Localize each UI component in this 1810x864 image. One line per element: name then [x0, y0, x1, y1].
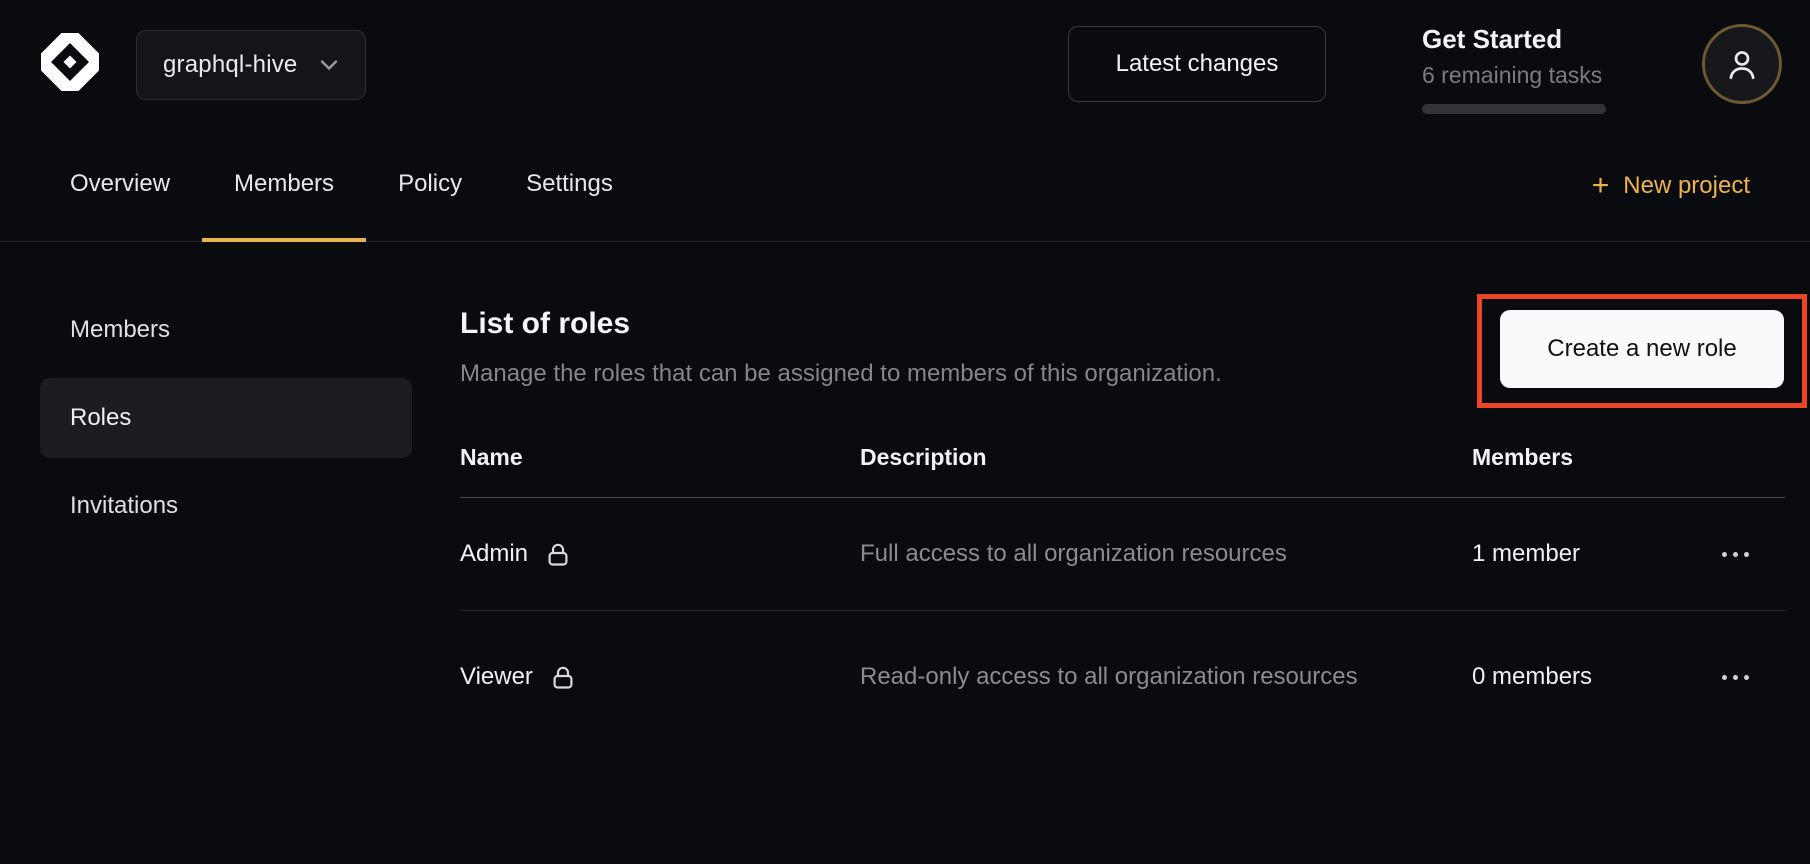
new-project-link[interactable]: + New project	[1592, 130, 1750, 242]
get-started-progress-bar	[1422, 104, 1606, 114]
hive-logo-icon[interactable]	[38, 30, 102, 94]
latest-changes-button[interactable]: Latest changes	[1068, 26, 1326, 102]
table-row: Viewer Read-only access to all organizat…	[460, 611, 1785, 743]
tabs: Overview Members Policy Settings	[38, 130, 645, 242]
column-header-name: Name	[460, 444, 860, 471]
role-name: Admin	[460, 540, 528, 568]
column-header-description: Description	[860, 444, 1472, 471]
chevron-down-icon	[319, 58, 339, 72]
lock-icon	[551, 664, 575, 691]
tab-policy[interactable]: Policy	[366, 130, 494, 242]
role-name: Viewer	[460, 663, 533, 691]
lock-icon	[546, 541, 570, 568]
role-description: Full access to all organization resource…	[860, 528, 1380, 580]
table-header-row: Name Description Members	[460, 418, 1785, 498]
column-header-members: Members	[1472, 444, 1695, 471]
org-tab-bar: Overview Members Policy Settings + New p…	[0, 130, 1810, 242]
sidebar-item-members[interactable]: Members	[40, 290, 412, 370]
row-menu-button[interactable]	[1695, 530, 1775, 578]
org-selector[interactable]: graphql-hive	[136, 30, 366, 100]
get-started-subtitle: 6 remaining tasks	[1422, 62, 1606, 89]
user-avatar[interactable]	[1702, 24, 1782, 104]
tab-settings[interactable]: Settings	[494, 130, 645, 242]
table-row: Admin Full access to all organization re…	[460, 498, 1785, 611]
role-description: Read-only access to all organization res…	[860, 651, 1380, 703]
sidebar-item-invitations[interactable]: Invitations	[40, 466, 412, 546]
create-new-role-button[interactable]: Create a new role	[1500, 310, 1784, 388]
get-started-widget[interactable]: Get Started 6 remaining tasks	[1422, 24, 1606, 114]
top-bar: graphql-hive Latest changes Get Started …	[0, 0, 1810, 130]
role-members-count: 0 members	[1472, 663, 1695, 691]
get-started-title: Get Started	[1422, 24, 1606, 55]
sidebar-item-roles[interactable]: Roles	[40, 378, 412, 458]
plus-icon: +	[1592, 171, 1610, 201]
row-menu-button[interactable]	[1695, 653, 1775, 701]
new-project-label: New project	[1623, 172, 1750, 200]
role-members-count: 1 member	[1472, 540, 1695, 568]
tab-members[interactable]: Members	[202, 130, 366, 242]
user-icon	[1724, 46, 1760, 82]
tab-overview[interactable]: Overview	[38, 130, 202, 242]
roles-table: Name Description Members Admin Full acce…	[460, 418, 1785, 743]
org-selector-label: graphql-hive	[163, 51, 297, 79]
